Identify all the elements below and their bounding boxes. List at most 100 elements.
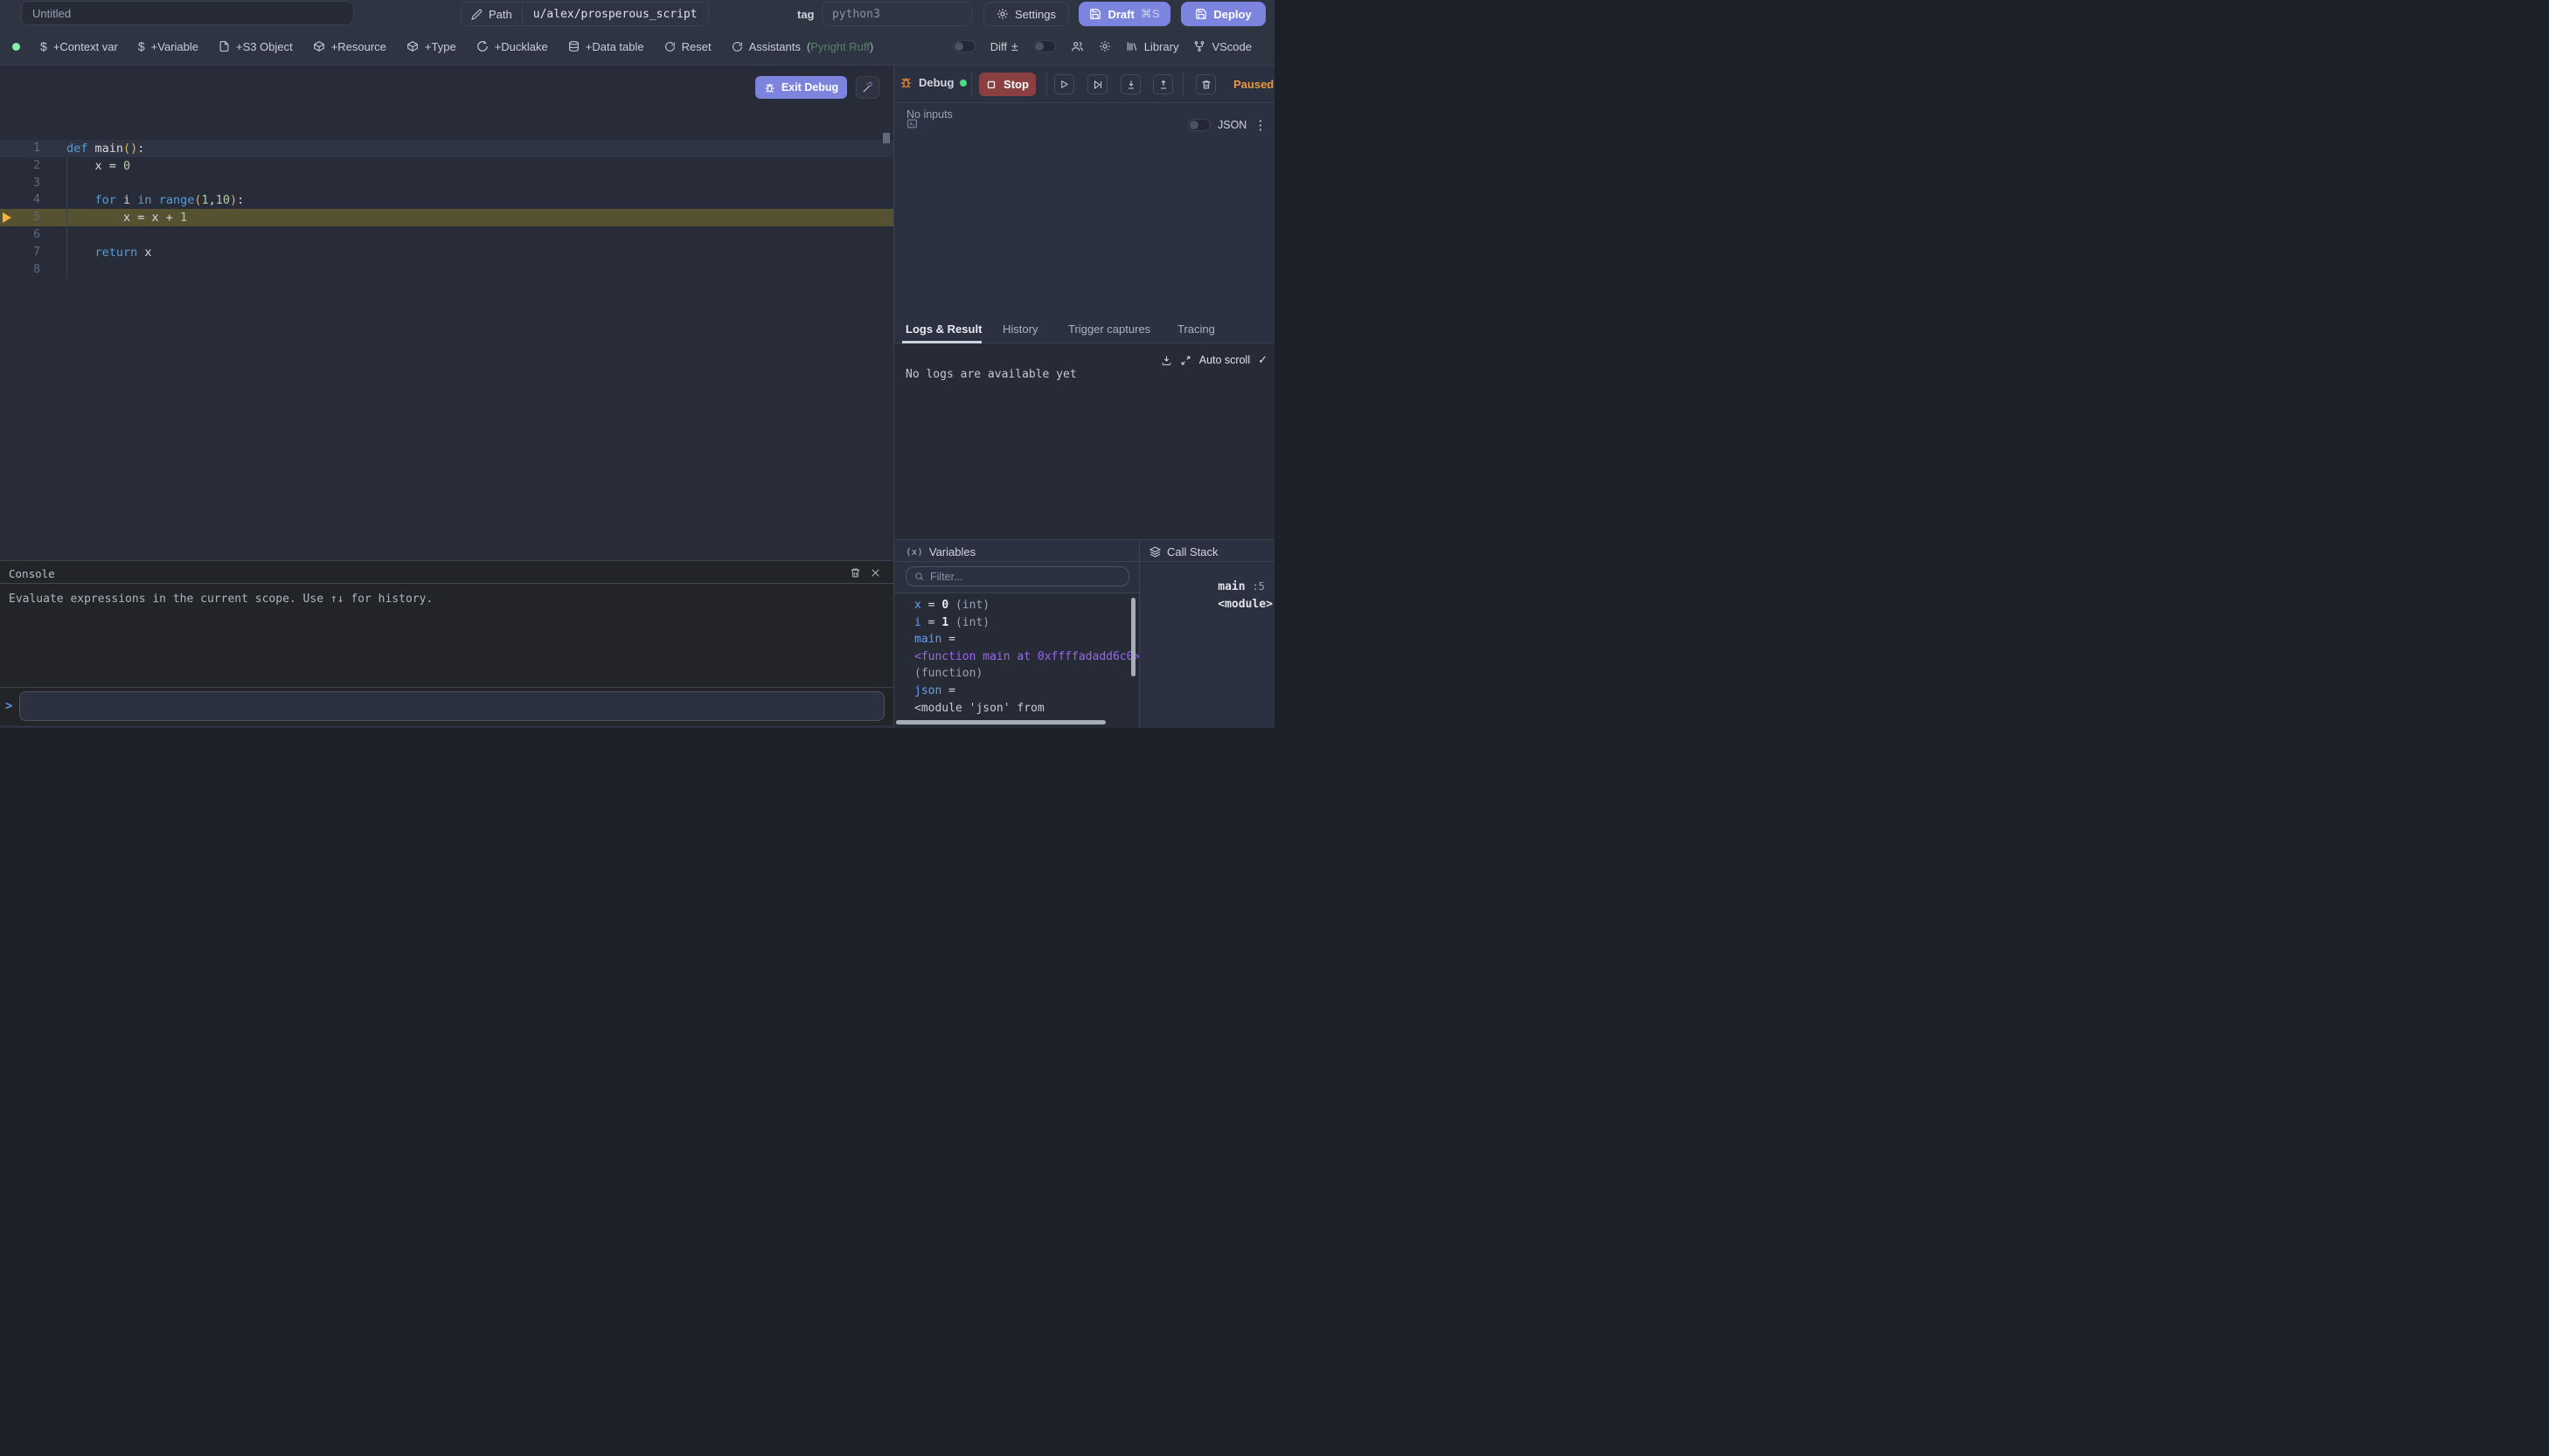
step-into-button[interactable] [1121, 74, 1141, 94]
refresh-icon [664, 41, 676, 52]
status-dot [12, 43, 20, 51]
line-number: 3 [0, 175, 40, 192]
users-icon[interactable] [1071, 40, 1084, 52]
path-label: Path [489, 8, 512, 21]
variable-row: <module 'json' from [914, 702, 1045, 715]
draft-button[interactable]: Draft ⌘S [1079, 2, 1170, 26]
library-button[interactable]: Library [1126, 40, 1179, 53]
variables-filter-input[interactable]: Filter... [906, 566, 1129, 586]
download-logs-icon[interactable] [1161, 355, 1172, 366]
auto-scroll-label: Auto scroll [1199, 354, 1250, 366]
editor-toolbar: $ +Context var $ +Variable +S3 Object +R… [0, 28, 1274, 66]
top-bar: Untitled Path u/alex/prosperous_script t… [0, 0, 1274, 28]
script-title-placeholder: Untitled [32, 7, 71, 20]
debug-toolbar: Debug Stop [894, 66, 1274, 103]
json-toggle[interactable] [1188, 119, 1211, 131]
step-out-button[interactable] [1153, 74, 1173, 94]
script-title-input[interactable]: Untitled [21, 1, 354, 25]
logs-empty-message: No logs are available yet [906, 368, 1077, 381]
line-number: 7 [0, 244, 40, 261]
code-editor[interactable]: 1 2 3 4 5 6 7 8 def main(): x = 0 for i … [0, 66, 893, 560]
duck-icon [476, 40, 489, 52]
play-icon [1059, 80, 1069, 89]
variables-icon: (x) [906, 546, 923, 558]
logs-area: Auto scroll ✓ No logs are available yet [894, 343, 1274, 539]
variables-horizontal-scrollbar[interactable] [896, 720, 1106, 725]
tab-trigger-captures[interactable]: Trigger captures [1068, 322, 1150, 336]
line-number: 1 [0, 140, 40, 157]
stop-square-icon [986, 80, 997, 90]
console-prompt: > [5, 699, 12, 713]
result-tabs: Logs & Result History Trigger captures T… [894, 315, 1274, 343]
line-number: 6 [0, 226, 40, 244]
console-close-icon[interactable] [870, 567, 881, 579]
debug-active-dot [960, 80, 967, 87]
add-s3-object-button[interactable]: +S3 Object [219, 40, 293, 53]
variables-vertical-scrollbar[interactable] [1131, 598, 1136, 676]
console-input[interactable] [19, 691, 885, 721]
trash-icon [1201, 80, 1212, 90]
kebab-menu-icon[interactable]: ⋮ [1254, 117, 1267, 133]
vscode-button[interactable]: VScode [1193, 40, 1252, 53]
line-number: 8 [0, 261, 40, 279]
tab-logs-result[interactable]: Logs & Result [906, 322, 982, 336]
diff-toggle[interactable] [953, 40, 976, 52]
file-icon [219, 40, 230, 52]
checkmark-icon[interactable]: ✓ [1258, 353, 1268, 367]
dollar-icon: $ [138, 40, 145, 52]
expand-logs-icon[interactable] [1180, 355, 1191, 366]
tag-input[interactable]: python3 [822, 2, 972, 26]
editor-settings-gear-icon[interactable] [1099, 40, 1111, 52]
line-number: 2 [0, 157, 40, 175]
debug-mode-label: Debug [899, 76, 967, 89]
dollar-icon: $ [40, 40, 47, 52]
settings-label: Settings [1015, 8, 1056, 21]
code-line: return x [66, 244, 152, 261]
continue-button[interactable] [1054, 74, 1074, 94]
editor-scrollbar-thumb[interactable] [883, 133, 890, 143]
code-line: def main(): [66, 140, 144, 157]
tab-tracing[interactable]: Tracing [1177, 322, 1215, 336]
add-variable-button[interactable]: $ +Variable [138, 40, 198, 53]
exit-debug-button[interactable]: Exit Debug [755, 76, 847, 99]
json-toggle-label: JSON [1218, 119, 1247, 131]
assistants-button[interactable]: Assistants (Pyright Ruff) [732, 40, 874, 53]
diff-label: Diff [990, 40, 1007, 53]
ai-wand-button[interactable] [856, 76, 879, 99]
debug-trash-button[interactable] [1196, 74, 1216, 94]
database-icon [568, 40, 580, 52]
add-resource-button[interactable]: +Resource [313, 40, 386, 53]
variable-row: i = 1 (int) [914, 616, 990, 629]
step-over-icon [1093, 80, 1103, 90]
variable-row: <function main at 0xffffadadd6c0> [914, 650, 1139, 663]
stop-button[interactable]: Stop [979, 73, 1036, 96]
paused-status-badge: Paused [1233, 78, 1274, 91]
multiplayer-toggle[interactable] [1033, 40, 1056, 52]
callstack-frame[interactable]: <module> :14 [1149, 585, 1274, 624]
add-ducklake-button[interactable]: +Ducklake [476, 40, 548, 53]
code-line: for i in range(1,10): [66, 191, 244, 209]
step-into-icon [1126, 80, 1136, 90]
reset-button[interactable]: Reset [664, 40, 712, 53]
tag-value: python3 [832, 8, 880, 21]
settings-button[interactable]: Settings [983, 2, 1069, 26]
tab-history[interactable]: History [1003, 322, 1038, 336]
debug-execution-arrow-icon [3, 212, 11, 223]
bug-icon [764, 82, 775, 94]
step-over-button[interactable] [1087, 74, 1108, 94]
console-hint: Evaluate expressions in the current scop… [9, 593, 433, 606]
draft-shortcut: ⌘S [1141, 7, 1160, 21]
console-clear-trash-icon[interactable] [850, 567, 861, 579]
variables-list[interactable]: x = 0 (int) i = 1 (int) main = <function… [894, 593, 1139, 728]
callstack-header: Call Stack [1167, 545, 1219, 558]
debug-panel: Debug Stop [893, 66, 1274, 728]
exit-debug-label: Exit Debug [781, 81, 838, 94]
add-data-table-button[interactable]: +Data table [568, 40, 644, 53]
add-context-var-button[interactable]: $ +Context var [40, 40, 118, 53]
console-title: Console [9, 567, 55, 580]
add-type-button[interactable]: +Type [406, 40, 456, 53]
path-pill[interactable]: Path u/alex/prosperous_script [461, 2, 709, 26]
deploy-button[interactable]: Deploy [1181, 2, 1266, 26]
save-icon [1089, 8, 1101, 20]
line-number: 4 [0, 191, 40, 209]
